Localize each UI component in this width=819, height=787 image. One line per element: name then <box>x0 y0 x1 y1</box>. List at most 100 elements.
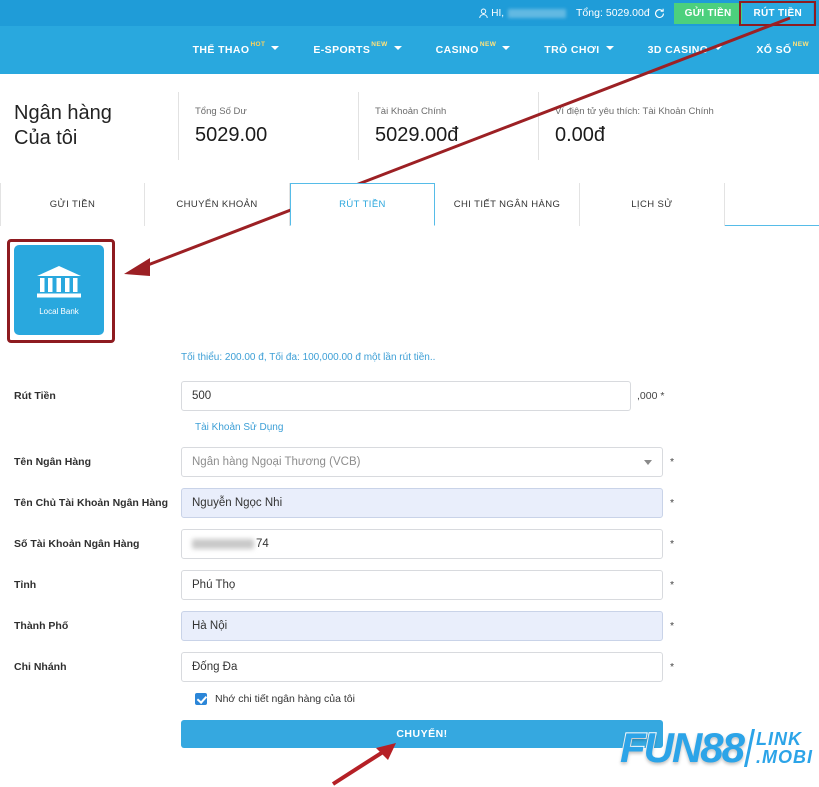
nav-label: 3D CASINO <box>648 44 709 56</box>
watermark-suffix-bottom: .MOBI <box>756 748 813 766</box>
province-field-wrap: Phú Thọ * <box>181 570 674 600</box>
amount-label: Rút Tiền <box>0 381 181 402</box>
page-header: Ngân hàng Của tôi Tổng Số Dư 5029.00 Tài… <box>0 74 819 178</box>
required-mark: * <box>670 456 674 468</box>
summary-favourite-wallet: Ví điện tử yêu thích: Tài Khoản Chính 0.… <box>538 92 758 160</box>
form-row-account-holder: Tên Chủ Tài Khoản Ngân Hàng Nguyễn Ngọc … <box>0 488 819 518</box>
username-masked <box>508 9 566 18</box>
city-label: Thành Phố <box>0 611 181 632</box>
chevron-down-icon <box>644 460 652 465</box>
summary-main-account: Tài Khoản Chính 5029.00đ <box>358 92 538 160</box>
city-field-wrap: Hà Nội * <box>181 611 674 641</box>
banking-tabs: GỬI TIỀN CHUYỂN KHOẢN RÚT TIỀN CHI TIẾT … <box>0 183 819 226</box>
account-number-field-wrap: 74 * <box>181 529 674 559</box>
refresh-icon[interactable] <box>654 8 665 19</box>
summary-label: Ví điện tử yêu thích: Tài Khoản Chính <box>555 106 758 117</box>
required-mark: * <box>670 620 674 632</box>
account-number-label: Số Tài Khoản Ngân Hàng <box>0 529 181 550</box>
account-holder-field-wrap: Nguyễn Ngọc Nhi * <box>181 488 674 518</box>
bank-method-card-local-bank[interactable]: Local Bank <box>14 245 104 335</box>
tabs-filler <box>725 183 819 225</box>
account-holder-input[interactable]: Nguyễn Ngọc Nhi <box>181 488 663 518</box>
page-root: HI, Tổng: 5029.00đ GỬI TIỀN RÚT TIỀN THỂ… <box>0 0 819 787</box>
form-row-bank-name: Tên Ngân Hàng Ngân hàng Ngoại Thương (VC… <box>0 447 819 477</box>
amount-input[interactable]: 500 <box>181 381 631 411</box>
tab-chi-tiet-ngan-hang[interactable]: CHI TIẾT NGÂN HÀNG <box>435 183 580 226</box>
account-number-value: 74 <box>256 538 269 550</box>
chevron-down-icon <box>271 46 279 50</box>
withdraw-button-wrap: RÚT TIỀN <box>742 3 813 24</box>
amount-suffix: ,000 * <box>637 390 664 402</box>
nav-item-the-thao[interactable]: THỂ THAO HOT <box>193 44 280 56</box>
withdraw-form: Tối thiểu: 200.00 đ, Tối đa: 100,000.00 … <box>0 352 819 748</box>
nav-item-xo-so[interactable]: XỔ SỐ NEW <box>756 44 809 56</box>
tab-rut-tien[interactable]: RÚT TIỀN <box>290 183 435 226</box>
tab-lich-su[interactable]: LỊCH SỬ <box>580 183 725 226</box>
watermark-suffix-top: LINK <box>756 730 813 748</box>
nav-label: E-SPORTS <box>313 44 370 56</box>
form-row-account-number: Số Tài Khoản Ngân Hàng 74 * <box>0 529 819 559</box>
total-value: 5029.00đ <box>606 7 650 19</box>
user-greeting[interactable]: HI, <box>479 8 566 19</box>
summary-value: 5029.00 <box>195 124 358 147</box>
nav-label: THỂ THAO <box>193 44 250 56</box>
bank-name-value: Ngân hàng Ngoại Thương (VCB) <box>192 456 360 468</box>
nav-label: TRÒ CHƠI <box>544 44 599 56</box>
total-label: Tổng: <box>576 7 603 19</box>
form-row-city: Thành Phố Hà Nội * <box>0 611 819 641</box>
nav-item-tro-choi[interactable]: TRÒ CHƠI <box>544 44 613 56</box>
deposit-button[interactable]: GỬI TIỀN <box>674 3 743 24</box>
nav-label: CASINO <box>436 44 479 56</box>
form-row-branch: Chi Nhánh Đống Đa * <box>0 652 819 682</box>
account-number-masked <box>192 539 254 549</box>
chevron-down-icon <box>606 46 614 50</box>
tab-gui-tien[interactable]: GỬI TIỀN <box>0 183 145 226</box>
chevron-down-icon <box>502 46 510 50</box>
remember-bank-details-row[interactable]: Nhớ chi tiết ngân hàng của tôi <box>195 693 819 705</box>
bank-name-field-wrap: Ngân hàng Ngoại Thương (VCB) * <box>181 447 674 477</box>
watermark-logo: FUN88 LINK .MOBI <box>620 727 813 769</box>
nav-badge-new: NEW <box>480 41 496 48</box>
form-row-amount: Rút Tiền 500 ,000 * <box>0 381 819 411</box>
submit-button[interactable]: CHUYỂN! <box>181 720 663 748</box>
user-icon <box>479 8 488 19</box>
nav-item-e-sports[interactable]: E-SPORTS NEW <box>313 44 401 56</box>
remember-bank-details-label: Nhớ chi tiết ngân hàng của tôi <box>215 693 355 705</box>
watermark-separator <box>744 729 755 767</box>
required-mark: * <box>670 661 674 673</box>
branch-field-wrap: Đống Đa * <box>181 652 674 682</box>
summary-value: 5029.00đ <box>375 124 538 147</box>
arrow-to-submit-button <box>333 743 396 784</box>
amount-field-wrap: 500 ,000 * <box>181 381 664 411</box>
summary-total-balance: Tổng Số Dư 5029.00 <box>178 92 358 160</box>
main-navigation: THỂ THAO HOT E-SPORTS NEW CASINO NEW TRÒ… <box>0 26 819 74</box>
watermark-brand: FUN88 <box>620 727 743 769</box>
branch-label: Chi Nhánh <box>0 652 181 673</box>
required-mark: * <box>670 497 674 509</box>
bank-building-icon <box>36 264 82 300</box>
watermark-suffix: LINK .MOBI <box>756 730 813 766</box>
required-mark: * <box>670 579 674 591</box>
branch-input[interactable]: Đống Đa <box>181 652 663 682</box>
bank-method-card-wrap: Local Bank <box>14 245 104 335</box>
bank-name-label: Tên Ngân Hàng <box>0 447 181 468</box>
page-title-line1: Ngân hàng <box>14 101 178 126</box>
withdraw-limit-note: Tối thiểu: 200.00 đ, Tối đa: 100,000.00 … <box>181 352 819 363</box>
province-input[interactable]: Phú Thọ <box>181 570 663 600</box>
nav-item-casino[interactable]: CASINO NEW <box>436 44 511 56</box>
account-number-input[interactable]: 74 <box>181 529 663 559</box>
nav-label: XỔ SỐ <box>756 44 791 56</box>
nav-badge-new: NEW <box>371 41 387 48</box>
tab-chuyen-khoan[interactable]: CHUYỂN KHOẢN <box>145 183 290 226</box>
bank-method-label: Local Bank <box>39 307 79 316</box>
province-label: Tỉnh <box>0 570 181 591</box>
bank-name-select[interactable]: Ngân hàng Ngoại Thương (VCB) <box>181 447 663 477</box>
chevron-down-icon <box>714 46 722 50</box>
account-used-link[interactable]: Tài Khoản Sử Dụng <box>195 422 819 433</box>
withdraw-button[interactable]: RÚT TIỀN <box>742 3 813 24</box>
nav-item-3d-casino[interactable]: 3D CASINO <box>648 44 723 56</box>
nav-badge-new: NEW <box>793 41 809 48</box>
city-input[interactable]: Hà Nội <box>181 611 663 641</box>
remember-bank-details-checkbox[interactable] <box>195 693 207 705</box>
page-title: Ngân hàng Của tôi <box>0 101 178 151</box>
